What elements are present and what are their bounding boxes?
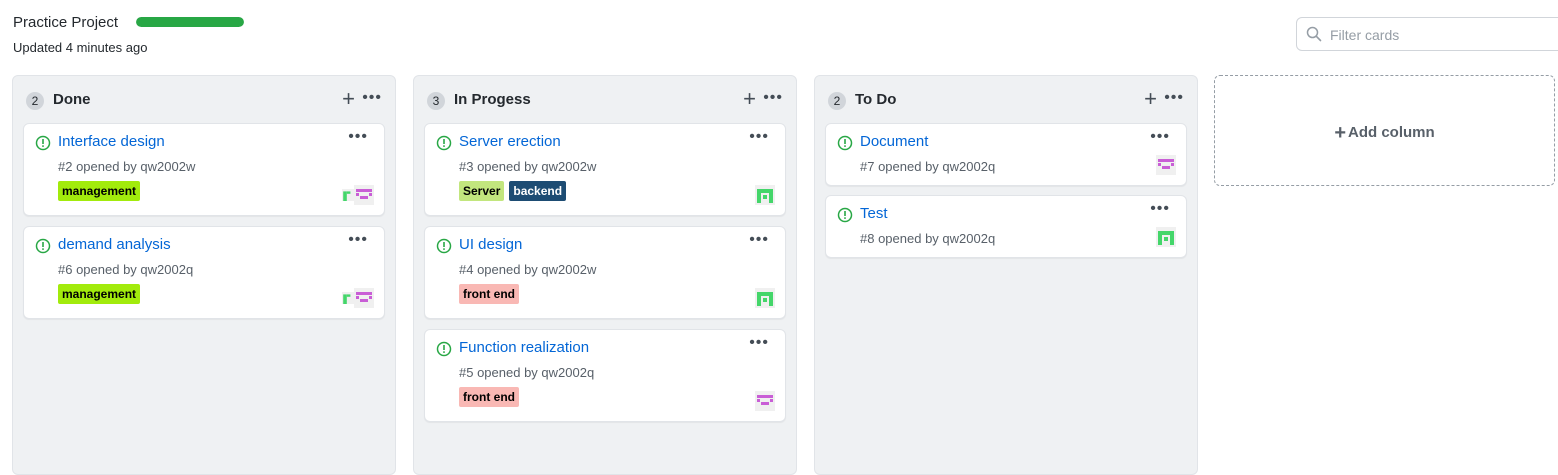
avatar-green[interactable] bbox=[342, 185, 354, 205]
card-menu-button[interactable]: ••• bbox=[348, 231, 368, 249]
card-menu-button[interactable]: ••• bbox=[348, 128, 368, 146]
label-management[interactable]: management bbox=[58, 181, 141, 201]
label-front-end[interactable]: front end bbox=[459, 284, 519, 304]
avatar-green[interactable] bbox=[1156, 227, 1176, 247]
project-progress-bar bbox=[136, 17, 244, 27]
card-menu-button[interactable]: ••• bbox=[1150, 128, 1170, 146]
filter-cards-input[interactable] bbox=[1330, 25, 1550, 45]
issue-meta: #8 opened by qw2002q bbox=[860, 231, 996, 246]
issue-card[interactable]: demand analysis #6 opened by qw2002q •••… bbox=[23, 226, 385, 319]
issue-card[interactable]: Server erection #3 opened by qw2002w •••… bbox=[424, 123, 786, 216]
kebab-icon[interactable]: ••• bbox=[1164, 86, 1184, 110]
add-column-content: + Add column bbox=[1215, 122, 1554, 145]
label-server[interactable]: Server bbox=[459, 181, 505, 201]
issue-title-link[interactable]: Document bbox=[860, 133, 928, 150]
card-menu-button[interactable]: ••• bbox=[749, 231, 769, 249]
issue-meta: #5 opened by qw2002q bbox=[459, 365, 595, 380]
card-menu-button[interactable]: ••• bbox=[749, 334, 769, 352]
issue-meta: #2 opened by qw2002w bbox=[58, 159, 196, 174]
column-in-progress: 3 In Progess + ••• Server erection #3 op… bbox=[413, 75, 797, 475]
filter-cards-box[interactable] bbox=[1296, 17, 1558, 51]
plus-icon[interactable]: + bbox=[342, 86, 355, 112]
issue-card[interactable]: Function realization #5 opened by qw2002… bbox=[424, 329, 786, 422]
label-management[interactable]: management bbox=[58, 284, 141, 304]
assignee-avatars bbox=[755, 288, 775, 308]
issue-title-link[interactable]: UI design bbox=[459, 236, 522, 253]
add-column-label: Add column bbox=[1348, 124, 1435, 141]
kebab-icon[interactable]: ••• bbox=[362, 86, 382, 110]
issue-meta: #7 opened by qw2002q bbox=[860, 159, 996, 174]
issue-meta: #4 opened by qw2002w bbox=[459, 262, 597, 277]
open-issue-icon bbox=[35, 238, 51, 254]
column-to-do: 2 To Do + ••• Document #7 opened by qw20… bbox=[814, 75, 1198, 475]
project-title: Practice Project bbox=[13, 14, 119, 31]
assignee-avatars bbox=[342, 185, 374, 205]
issue-title-link[interactable]: Test bbox=[860, 205, 888, 222]
issue-card[interactable]: Test #8 opened by qw2002q ••• bbox=[825, 195, 1187, 258]
updated-timestamp: Updated 4 minutes ago bbox=[13, 40, 148, 55]
avatar-green[interactable] bbox=[755, 288, 775, 308]
issue-title-link[interactable]: Server erection bbox=[459, 133, 561, 150]
issue-meta: #6 opened by qw2002q bbox=[58, 262, 194, 277]
open-issue-icon bbox=[837, 207, 853, 223]
avatar-purple[interactable] bbox=[354, 185, 374, 205]
column-header: 2 Done + ••• bbox=[13, 76, 395, 122]
issue-card[interactable]: Document #7 opened by qw2002q ••• bbox=[825, 123, 1187, 186]
issue-title-link[interactable]: Interface design bbox=[58, 133, 165, 150]
issue-card[interactable]: Interface design #2 opened by qw2002w ••… bbox=[23, 123, 385, 216]
column-card-count: 3 bbox=[427, 92, 445, 110]
column-header: 3 In Progess + ••• bbox=[414, 76, 796, 122]
avatar-purple[interactable] bbox=[1156, 155, 1176, 175]
open-issue-icon bbox=[436, 341, 452, 357]
issue-title-link[interactable]: demand analysis bbox=[58, 236, 171, 253]
column-card-count: 2 bbox=[828, 92, 846, 110]
open-issue-icon bbox=[837, 135, 853, 151]
open-issue-icon bbox=[35, 135, 51, 151]
assignee-avatars bbox=[342, 288, 374, 308]
card-menu-button[interactable]: ••• bbox=[1150, 200, 1170, 218]
add-column-button[interactable]: + Add column bbox=[1214, 75, 1555, 186]
issue-meta: #3 opened by qw2002w bbox=[459, 159, 597, 174]
issue-title-link[interactable]: Function realization bbox=[459, 339, 589, 356]
label-list: management bbox=[58, 181, 141, 201]
label-list: front end bbox=[459, 284, 519, 304]
label-list: management bbox=[58, 284, 141, 304]
issue-card[interactable]: UI design #4 opened by qw2002w ••• front… bbox=[424, 226, 786, 319]
card-menu-button[interactable]: ••• bbox=[749, 128, 769, 146]
plus-icon[interactable]: + bbox=[1144, 86, 1157, 112]
avatar-purple[interactable] bbox=[354, 288, 374, 308]
label-list: Server backend bbox=[459, 181, 567, 201]
assignee-avatars bbox=[1156, 227, 1176, 247]
label-list: front end bbox=[459, 387, 519, 407]
column-card-count: 2 bbox=[26, 92, 44, 110]
plus-icon[interactable]: + bbox=[743, 86, 756, 112]
progress-fill bbox=[136, 17, 244, 27]
avatar-green[interactable] bbox=[755, 185, 775, 205]
label-front-end[interactable]: front end bbox=[459, 387, 519, 407]
search-icon bbox=[1306, 26, 1322, 42]
assignee-avatars bbox=[1156, 155, 1176, 175]
open-issue-icon bbox=[436, 135, 452, 151]
column-title: To Do bbox=[855, 91, 897, 108]
assignee-avatars bbox=[755, 391, 775, 411]
column-header: 2 To Do + ••• bbox=[815, 76, 1197, 122]
avatar-purple[interactable] bbox=[755, 391, 775, 411]
avatar-green[interactable] bbox=[342, 288, 354, 308]
kebab-icon[interactable]: ••• bbox=[763, 86, 783, 110]
assignee-avatars bbox=[755, 185, 775, 205]
column-title: Done bbox=[53, 91, 91, 108]
label-backend[interactable]: backend bbox=[509, 181, 567, 201]
column-done: 2 Done + ••• Interface design #2 opened … bbox=[12, 75, 396, 475]
open-issue-icon bbox=[436, 238, 452, 254]
plus-icon: + bbox=[1334, 122, 1346, 144]
column-title: In Progess bbox=[454, 91, 531, 108]
